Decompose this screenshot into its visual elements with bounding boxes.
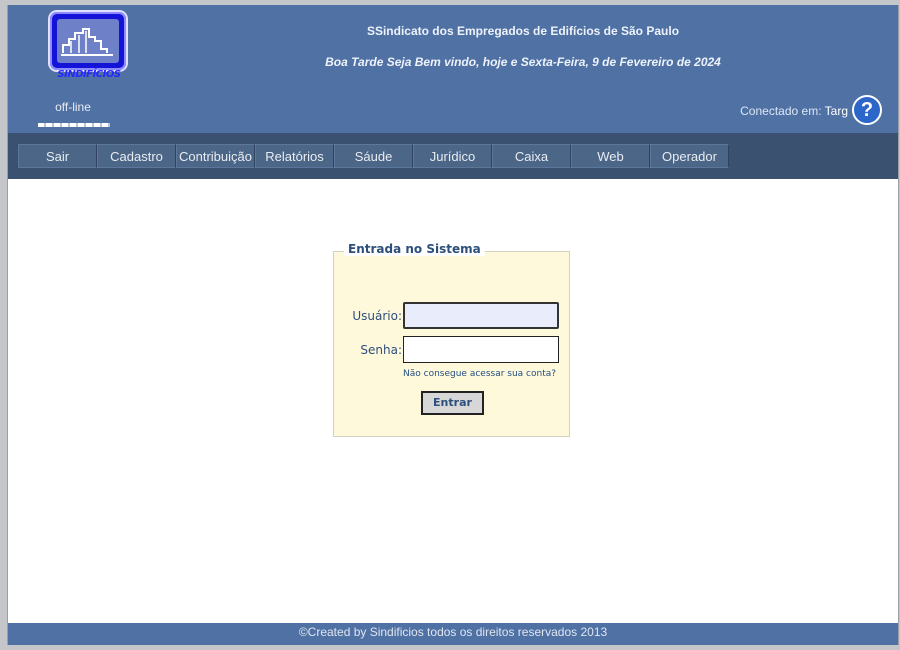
header: SINDIFÍCIOS off-line SSindicato dos Empr… xyxy=(8,5,898,133)
menu-bar: Sair Cadastro Contribuição Relatórios Sá… xyxy=(8,133,898,179)
help-icon[interactable]: ? xyxy=(852,95,882,125)
password-label: Senha: xyxy=(360,343,402,357)
sindificios-logo xyxy=(50,12,126,70)
password-input[interactable] xyxy=(403,336,559,363)
menu-item-operador[interactable]: Operador xyxy=(650,144,729,168)
menu-item-caixa[interactable]: Caixa xyxy=(492,144,571,168)
menu-item-relatorios[interactable]: Relatórios xyxy=(255,144,334,168)
menu-item-contribuicao[interactable]: Contribuição xyxy=(176,144,255,168)
connected-info: Conectado em: Targ xyxy=(708,104,848,118)
username-input[interactable] xyxy=(403,302,559,329)
logo-text: SINDIFÍCIOS xyxy=(57,69,121,80)
username-label: Usuário: xyxy=(352,309,402,323)
main-menu: Sair Cadastro Contribuição Relatórios Sá… xyxy=(18,144,729,168)
connected-value: Targ xyxy=(824,104,848,118)
menu-item-saude[interactable]: Sáude xyxy=(334,144,413,168)
footer: ©Created by Sindificios todos os direito… xyxy=(8,623,898,645)
login-button[interactable]: Entrar xyxy=(421,391,484,415)
menu-item-juridico[interactable]: Jurídico xyxy=(413,144,492,168)
connected-label: Conectado em: xyxy=(740,104,822,118)
app-window: SINDIFÍCIOS off-line SSindicato dos Empr… xyxy=(7,5,899,645)
building-icon xyxy=(57,19,119,63)
organization-name: SSindicato dos Empregados de Edifícios d… xyxy=(366,24,680,38)
login-panel: Entrada no Sistema Usuário: Senha: Não c… xyxy=(333,242,570,437)
menu-item-sair[interactable]: Sair xyxy=(18,144,97,168)
menu-item-web[interactable]: Web xyxy=(571,144,650,168)
login-panel-title: Entrada no Sistema xyxy=(344,242,485,256)
welcome-greeting: Boa Tarde Seja Bem vindo, hoje e Sexta-F… xyxy=(325,55,721,69)
forgot-account-link[interactable]: Não consegue acessar sua conta? xyxy=(403,369,556,379)
status-indicator-bar xyxy=(38,123,110,127)
connection-status: off-line xyxy=(55,100,91,114)
menu-item-cadastro[interactable]: Cadastro xyxy=(97,144,176,168)
